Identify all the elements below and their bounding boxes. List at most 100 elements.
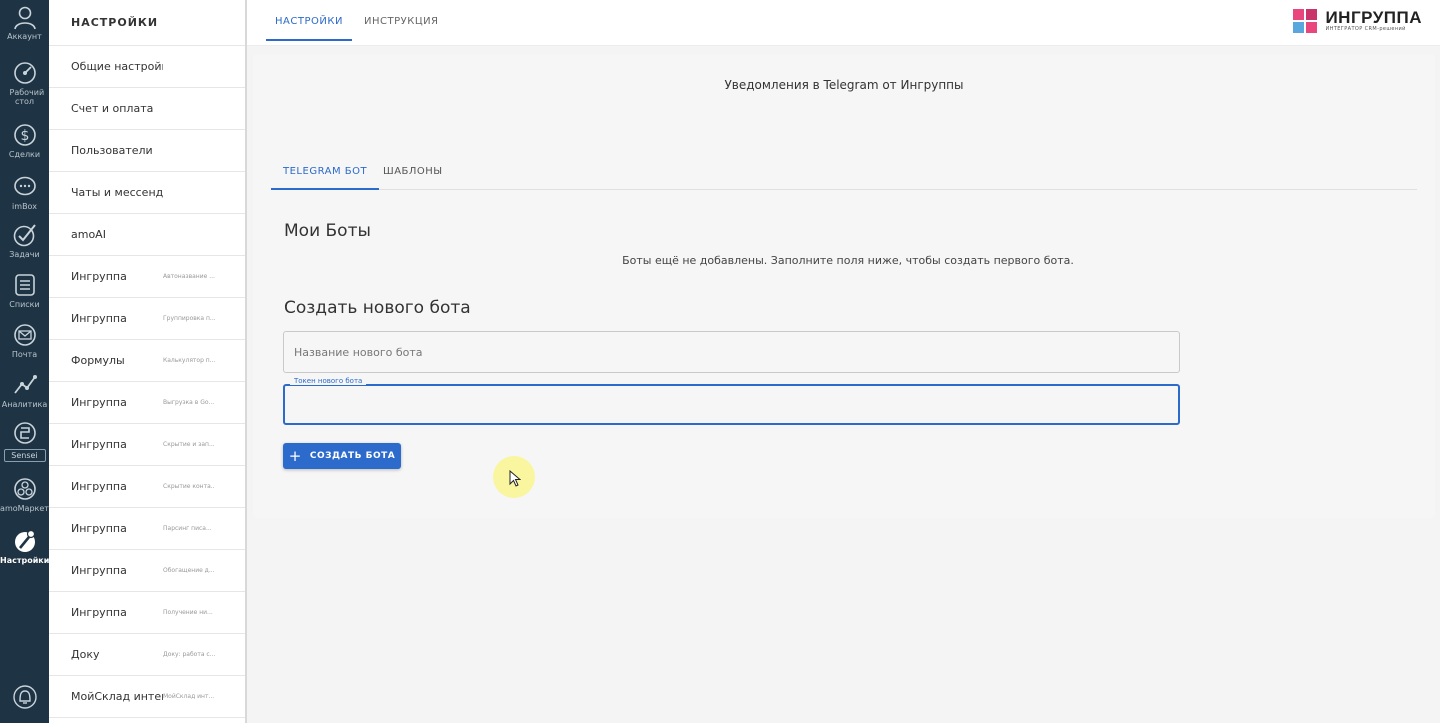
nav-sensei[interactable]: Sensei [0, 420, 49, 462]
nav-notifications[interactable] [0, 684, 49, 710]
settings-menu-item[interactable]: Ингруппа Обогащение д... [49, 550, 245, 592]
settings-menu-item[interactable]: Ингруппа Получение ни... [49, 592, 245, 634]
mouse-cursor-icon [509, 470, 521, 487]
settings-menu: Общие настройки Счет и оплата Пользователи… [49, 46, 245, 718]
page-title: Уведомления в Telegram от Ингруппы [724, 78, 964, 92]
dashboard-icon [13, 62, 36, 84]
my-bots-heading: Мои Боты [284, 221, 371, 241]
settings-title: НАСТРОЙКИ [49, 0, 245, 46]
settings-item-name: Чаты и мессенджеры [71, 186, 163, 199]
brand-tagline: ИНТЕГРАТОР CRM-решений [1325, 25, 1406, 32]
top-header: НАСТРОЙКИ ИНСТРУКЦИЯ ИНГРУППА ИНТЕГРАТОР… [247, 0, 1440, 46]
settings-menu-item[interactable]: Ингруппа Автоназвание ... [49, 256, 245, 298]
market-icon [13, 478, 36, 500]
nav-label: Настройки [0, 556, 50, 565]
list-icon [14, 274, 35, 296]
settings-item-name: Ингруппа [71, 522, 127, 535]
bell-icon [12, 685, 37, 709]
chat-icon [13, 176, 36, 196]
settings-menu-item[interactable]: Пользователи [49, 130, 245, 172]
settings-item-desc: Скрытие конта... [163, 483, 215, 490]
nav-label: Списки [9, 300, 40, 309]
nav-dashboard[interactable]: Рабочий стол [0, 60, 49, 106]
nav-market[interactable]: amoМаркет [0, 476, 49, 513]
settings-menu-item[interactable]: Ингруппа Выгрузка в Go... [49, 382, 245, 424]
settings-item-name: МойСклад интег... [71, 690, 163, 703]
bot-token-label: Токен нового бота [290, 377, 367, 385]
telegram-settings-card: Уведомления в Telegram от Ингруппы TELEG… [253, 54, 1435, 518]
settings-item-desc: Выгрузка в Go... [163, 399, 215, 406]
check-icon [13, 224, 36, 247]
nav-deals[interactable]: $ Сделки [0, 122, 49, 159]
tab-templates[interactable]: ШАБЛОНЫ [371, 158, 455, 190]
sensei-badge: Sensei [3, 449, 46, 462]
nav-label: Рабочий стол [9, 88, 45, 106]
mail-icon [13, 324, 36, 346]
tab-settings[interactable]: НАСТРОЙКИ [266, 0, 352, 41]
nav-imbox[interactable]: imBox [0, 174, 49, 211]
tab-instruction[interactable]: ИНСТРУКЦИЯ [364, 0, 439, 41]
settings-menu-item[interactable]: Чаты и мессенджеры [49, 172, 245, 214]
settings-item-desc: МойСклад инт... [163, 693, 215, 700]
settings-item-name: Ингруппа [71, 438, 127, 451]
settings-item-desc: Автоназвание ... [163, 273, 215, 280]
nav-label: Аккаунт [7, 32, 42, 41]
settings-menu-item[interactable]: Доку Доку: работа с... [49, 634, 245, 676]
settings-menu-item[interactable]: amoAI [49, 214, 245, 256]
settings-menu-item[interactable]: Ингруппа Скрытие конта... [49, 466, 245, 508]
settings-item-name: Ингруппа [71, 564, 127, 577]
settings-menu-item[interactable]: Ингруппа Скрытие и зап... [49, 424, 245, 466]
plus-icon: + [288, 447, 302, 465]
nav-label: Сделки [8, 150, 41, 159]
app-nav-rail: Аккаунт Рабочий стол $ Сделки imBox Зада… [0, 0, 49, 723]
settings-item-desc: Калькулятор п... [163, 357, 215, 364]
nav-label: Аналитика [1, 400, 48, 409]
settings-item-name: Формулы [71, 354, 125, 367]
settings-item-desc: Получение ни... [163, 609, 213, 616]
settings-icon [14, 529, 35, 552]
settings-menu-item[interactable]: Ингруппа Парсинг писа... [49, 508, 245, 550]
nav-account[interactable]: Аккаунт [0, 4, 49, 41]
sensei-icon [13, 422, 36, 444]
create-bot-label: СОЗДАТЬ БОТА [309, 451, 396, 461]
settings-menu-item[interactable]: Формулы Калькулятор п... [49, 340, 245, 382]
nav-mail[interactable]: Почта [0, 322, 49, 359]
nav-settings[interactable]: Настройки [0, 528, 49, 565]
settings-item-desc: Скрытие и зап... [163, 441, 215, 448]
nav-tasks[interactable]: Задачи [0, 222, 49, 259]
bot-token-input[interactable] [283, 384, 1180, 425]
nav-label: imBox [12, 202, 37, 211]
brand-mark-icon [1293, 9, 1318, 33]
bot-name-input[interactable] [283, 331, 1180, 373]
brand-name: ИНГРУППА [1325, 7, 1422, 27]
nav-lists[interactable]: Списки [0, 272, 49, 309]
settings-item-name: Общие настройки [71, 60, 163, 73]
analytics-icon [13, 375, 37, 394]
settings-item-desc: Парсинг писа... [163, 525, 212, 532]
settings-menu-item[interactable]: Общие настройки [49, 46, 245, 88]
nav-label: amoМаркет [0, 504, 49, 513]
settings-item-desc: Доку: работа с... [163, 651, 215, 658]
settings-item-desc: Группировка п... [163, 315, 215, 322]
settings-item-name: Доку [71, 648, 100, 661]
settings-menu-item[interactable]: Ингруппа Группировка п... [49, 298, 245, 340]
create-bot-button[interactable]: + СОЗДАТЬ БОТА [283, 443, 401, 469]
settings-item-name: Пользователи [71, 144, 153, 157]
settings-sidebar: НАСТРОЙКИ Общие настройки Счет и оплата По… [49, 0, 247, 723]
settings-item-name: Ингруппа [71, 312, 127, 325]
settings-item-name: Ингруппа [71, 606, 127, 619]
account-icon [13, 6, 36, 30]
empty-bots-message: Боты ещё не добавлены. Заполните поля ни… [622, 254, 1074, 267]
settings-item-name: Ингруппа [71, 270, 127, 283]
nav-analytics[interactable]: Аналитика [0, 372, 49, 409]
nav-label: Задачи [9, 250, 40, 259]
brand-logo: ИНГРУППА ИНТЕГРАТОР CRM-решений [1293, 9, 1422, 33]
settings-item-desc: Обогащение д... [163, 567, 215, 574]
settings-menu-item[interactable]: Счет и оплата [49, 88, 245, 130]
tab-telegram-bot[interactable]: TELEGRAM БОТ [271, 158, 380, 190]
svg-text:$: $ [20, 128, 29, 144]
settings-item-name: Ингруппа [71, 480, 127, 493]
content-tabs: TELEGRAM БОТ ШАБЛОНЫ [271, 158, 1417, 190]
settings-menu-item[interactable]: МойСклад интег...МойСклад инт... [49, 676, 245, 718]
settings-item-name: Счет и оплата [71, 102, 154, 115]
